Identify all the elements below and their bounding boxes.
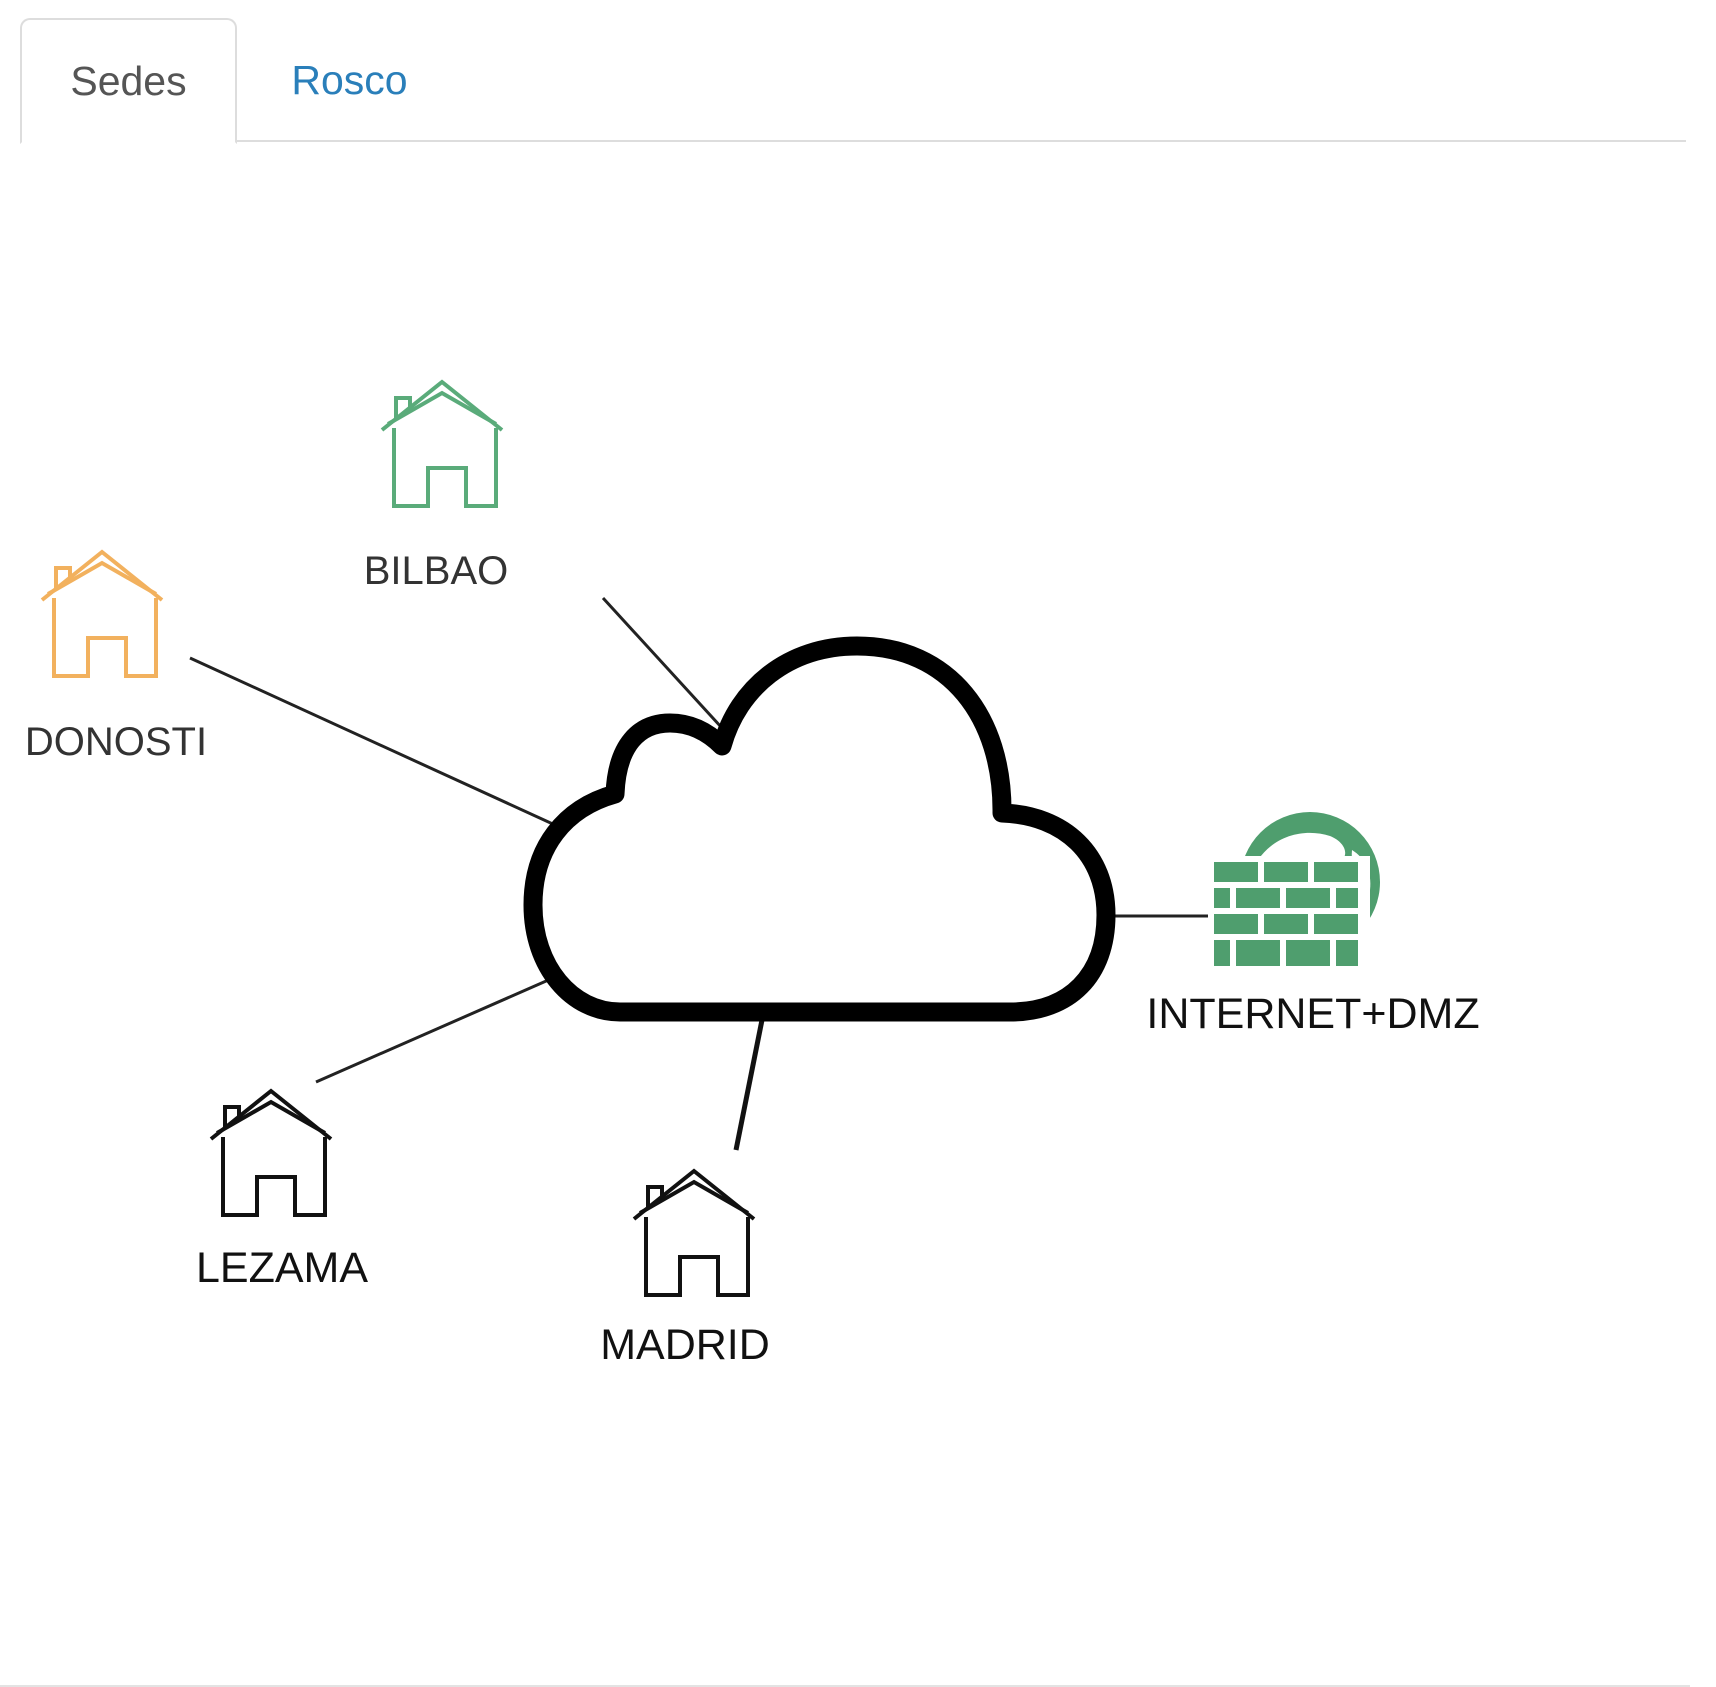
house-icon[interactable] <box>380 379 504 508</box>
link-lezama-cloud <box>315 976 554 1084</box>
madrid-label: MADRID <box>600 1321 770 1369</box>
link-madrid-cloud <box>733 1019 765 1151</box>
house-icon[interactable] <box>632 1168 756 1297</box>
network-diagram: BILBAO DONOSTI LEZAMA MADRID INTERNET+DM… <box>25 379 1480 1369</box>
internet-dmz-label: INTERNET+DMZ <box>1146 990 1479 1038</box>
lezama-label: LEZAMA <box>196 1244 368 1292</box>
house-icon[interactable] <box>40 549 164 678</box>
bilbao-label: BILBAO <box>364 549 509 593</box>
cloud-icon <box>523 636 1116 1022</box>
firewall-globe-icon[interactable] <box>1208 812 1380 974</box>
link-donosti-cloud <box>189 656 556 827</box>
link-bilbao-cloud <box>601 596 724 730</box>
donosti-label: DONOSTI <box>25 720 207 764</box>
house-icon[interactable] <box>209 1088 333 1217</box>
